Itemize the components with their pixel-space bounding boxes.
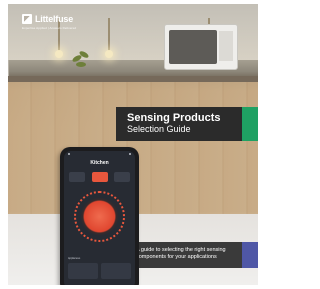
- status-dot: [68, 153, 70, 155]
- temperature-dial: [77, 194, 122, 239]
- brand-logo: Littelfuse: [22, 14, 73, 24]
- littelfuse-logo-icon: [22, 14, 32, 24]
- mode-button: [114, 172, 130, 182]
- cover-title: Sensing Products: [127, 112, 221, 124]
- title-block: Sensing Products Selection Guide: [116, 107, 242, 141]
- section-label: Appliances: [68, 257, 81, 260]
- device-card: [101, 263, 131, 279]
- guide-line-2: components for your applications: [136, 254, 217, 260]
- mode-button: [69, 172, 85, 182]
- mode-button-active: [91, 172, 108, 182]
- title-color-tab: [242, 107, 258, 141]
- smartphone-image: Kitchen Appliances: [60, 147, 139, 285]
- mode-buttons: [69, 172, 130, 182]
- plant-leaf: [76, 62, 86, 67]
- app-title: Kitchen: [90, 160, 109, 166]
- guide-line-1: A guide to selecting the right sensing: [136, 247, 226, 253]
- phone-status-bar: [68, 153, 131, 158]
- brand-tagline: Expertise Applied | Answers Delivered: [22, 26, 77, 30]
- status-dot: [129, 153, 131, 155]
- microwave-panel: [219, 31, 233, 61]
- phone-screen: Kitchen Appliances: [64, 151, 135, 285]
- guide-color-tab: [242, 242, 258, 268]
- guide-description-block: A guide to selecting the right sensing c…: [126, 242, 242, 268]
- brochure-cover: Littelfuse Expertise Applied | Answers D…: [8, 4, 258, 285]
- brand-name: Littelfuse: [35, 14, 74, 24]
- device-cards: [68, 263, 131, 279]
- pendant-light: [105, 18, 113, 58]
- device-card: [68, 263, 98, 279]
- microwave-image: [164, 24, 238, 70]
- cover-subtitle: Selection Guide: [127, 124, 191, 134]
- microwave-door: [169, 30, 217, 64]
- plant-image: [71, 49, 90, 76]
